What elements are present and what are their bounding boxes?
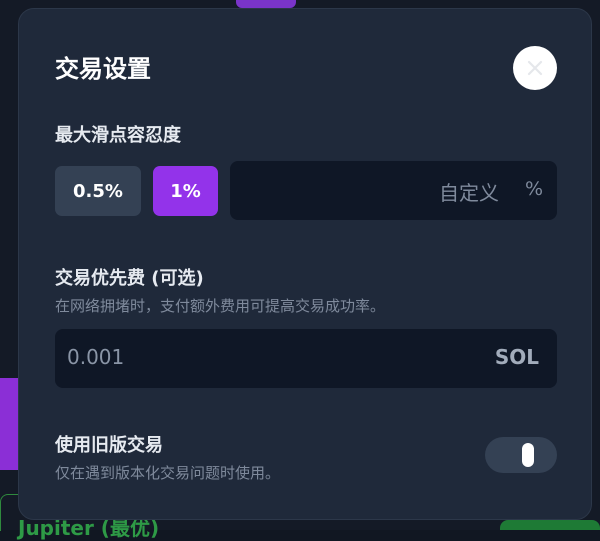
priority-fee-value: 0.001	[67, 345, 125, 369]
background-accent-strip	[236, 0, 296, 8]
slippage-option-0-5[interactable]: 0.5%	[55, 166, 141, 216]
priority-fee-input[interactable]: 0.001 SOL	[55, 329, 557, 388]
slippage-option-1[interactable]: 1%	[153, 166, 218, 216]
modal-title: 交易设置	[55, 55, 151, 83]
close-icon	[527, 60, 543, 76]
background-purple-panel	[0, 378, 18, 470]
priority-fee-label: 交易优先费 (可选)	[55, 268, 204, 289]
toggle-knob	[522, 443, 534, 467]
custom-slippage-input[interactable]: 自定义 %	[230, 161, 557, 220]
background-green-button	[500, 520, 600, 530]
close-button[interactable]	[513, 46, 557, 90]
legacy-transaction-toggle[interactable]	[485, 437, 557, 473]
percent-unit: %	[524, 178, 543, 200]
custom-slippage-placeholder: 自定义	[439, 181, 499, 205]
legacy-transaction-label: 使用旧版交易	[55, 435, 163, 456]
priority-fee-description: 在网络拥堵时，支付额外费用可提高交易成功率。	[55, 297, 386, 315]
legacy-transaction-description: 仅在遇到版本化交易问题时使用。	[55, 464, 281, 482]
sol-unit: SOL	[494, 345, 539, 369]
slippage-label: 最大滑点容忍度	[55, 125, 181, 146]
trade-settings-modal: 交易设置 最大滑点容忍度 0.5% 1% 自定义 % 交易优先费 (可选) 在网…	[18, 8, 592, 520]
